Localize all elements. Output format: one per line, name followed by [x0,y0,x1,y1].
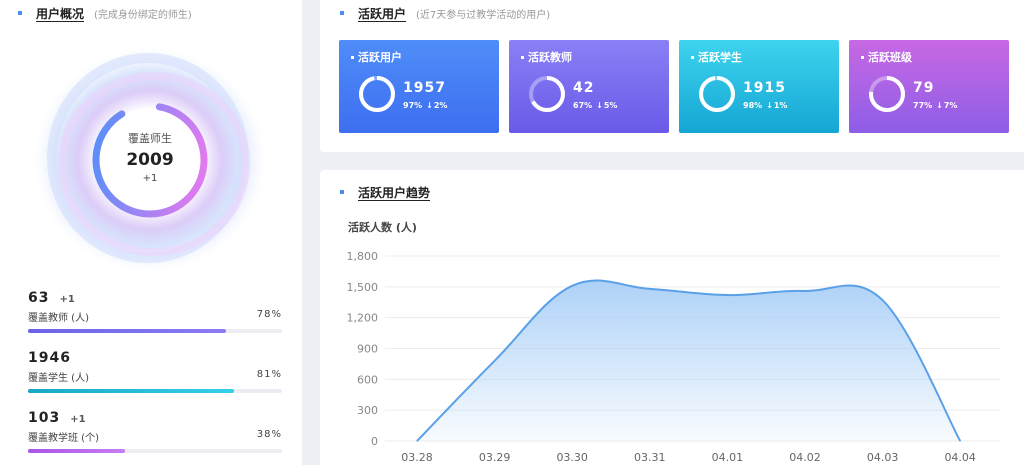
card-pct: 98% [743,101,763,110]
card-active-teachers[interactable]: 活跃教师 42 67% ↓ 5% [509,40,669,133]
active-title: 活跃用户 [358,7,407,21]
coverage-ring: 覆盖师生 2009 +1 [30,40,270,280]
card-ring-icon [869,76,905,112]
x-tick-label: 04.04 [944,451,976,464]
stat-pct: 78% [256,309,282,320]
card-bullet-icon [521,55,524,59]
data-point[interactable] [416,440,418,442]
section-bullet-icon [340,11,344,15]
data-point[interactable] [494,360,496,362]
stat-delta: +1 [59,294,75,305]
stat-delta: +1 [70,414,86,425]
x-tick-label: 03.30 [556,451,588,464]
x-tick-label: 03.28 [401,451,433,464]
card-change: 2% [433,101,448,110]
data-point[interactable] [882,299,884,301]
arrow-down-icon: ↓ [596,101,603,110]
card-active-users[interactable]: 活跃用户 1957 97% ↓ 2% [339,40,499,133]
card-pct: 77% [913,101,933,110]
card-value: 42 [573,80,595,96]
active-subtitle: (近7天参与过教学活动的用户) [416,10,551,21]
section-bullet-icon [18,11,22,15]
stat-teachers: 63 +1 覆盖教师 (人) 78% [28,290,282,333]
card-change: 1% [773,101,788,110]
stat-label: 覆盖学生 (人) [28,373,89,384]
card-change: 5% [603,101,618,110]
overview-header: 用户概况 (完成身份绑定的师生) [18,5,192,22]
stat-pct: 38% [256,429,282,440]
active-users-panel: 活跃用户 (近7天参与过教学活动的用户) 活跃用户 1957 97% ↓ 2% 活跃… [320,0,1024,152]
arrow-down-icon: ↓ [766,101,773,110]
stat-progress-fill [28,389,234,393]
card-value: 1915 [743,80,786,96]
card-value: 79 [913,80,935,96]
x-tick-label: 04.03 [867,451,899,464]
card-title: 活跃教师 [528,51,572,64]
data-point[interactable] [959,440,961,442]
x-tick-label: 03.31 [634,451,666,464]
card-pct: 97% [403,101,423,110]
arrow-down-icon: ↓ [426,101,433,110]
ring-label: 覆盖师生 [128,132,172,145]
y-tick-label: 1,800 [347,250,379,263]
x-tick-label: 03.29 [479,451,511,464]
card-pct: 67% [573,101,593,110]
y-tick-label: 900 [357,343,378,356]
card-ring-icon [699,76,735,112]
card-title: 活跃班级 [868,51,912,64]
stat-value: 1946 [28,350,71,366]
card-change: 7% [943,101,958,110]
overview-subtitle: (完成身份绑定的师生) [94,10,192,21]
stat-progress-track [28,449,282,453]
card-bullet-icon [691,55,694,59]
arrow-down-icon: ↓ [936,101,943,110]
user-overview-panel: 用户概况 (完成身份绑定的师生) 覆盖师生 2009 +1 63 +1 覆盖教师… [0,0,302,465]
stat-label: 覆盖教师 (人) [28,313,89,324]
stat-value: 103 [28,410,61,426]
y-tick-label: 1,500 [347,281,379,294]
card-active-classes[interactable]: 活跃班级 79 77% ↓ 7% [849,40,1009,133]
trend-area [417,280,961,441]
stat-classes: 103 +1 覆盖教学班 (个) 38% [28,410,282,453]
active-header: 活跃用户 (近7天参与过教学活动的用户) [340,5,550,22]
card-ring-icon [529,76,565,112]
stat-pct: 81% [256,369,282,380]
card-title: 活跃用户 [358,51,402,64]
stat-value: 63 [28,290,50,306]
y-tick-label: 0 [371,435,378,448]
stat-progress-fill [28,449,125,453]
ring-delta: +1 [142,173,158,184]
overview-title: 用户概况 [36,7,85,21]
data-point[interactable] [649,288,651,290]
stat-progress-track [28,389,282,393]
stat-progress-track [28,329,282,333]
card-active-students[interactable]: 活跃学生 1915 98% ↓ 1% [679,40,839,133]
card-bullet-icon [351,55,354,59]
card-title: 活跃学生 [698,51,742,64]
y-tick-label: 1,200 [347,312,379,325]
data-point[interactable] [726,294,728,296]
trend-chart: 0 300 600 900 1,200 1,500 1,800 03.28 03.29 03.30… [347,250,1000,464]
y-tick-label: 300 [357,404,378,417]
ring-value: 2009 [126,150,174,170]
data-point[interactable] [804,290,806,292]
stat-progress-fill [28,329,227,333]
card-ring-icon [359,76,395,112]
stat-students: 1946 覆盖学生 (人) 81% [28,350,282,393]
card-bullet-icon [861,55,864,59]
y-tick-label: 600 [357,373,378,386]
x-tick-label: 04.01 [712,451,744,464]
trend-panel: 活跃用户趋势 活跃人数 (人) 0 300 600 900 1,200 1,500 1,80… [320,170,1024,465]
data-point[interactable] [571,285,573,287]
card-value: 1957 [403,80,446,96]
stat-label: 覆盖教学班 (个) [28,433,99,444]
x-tick-label: 04.02 [789,451,821,464]
